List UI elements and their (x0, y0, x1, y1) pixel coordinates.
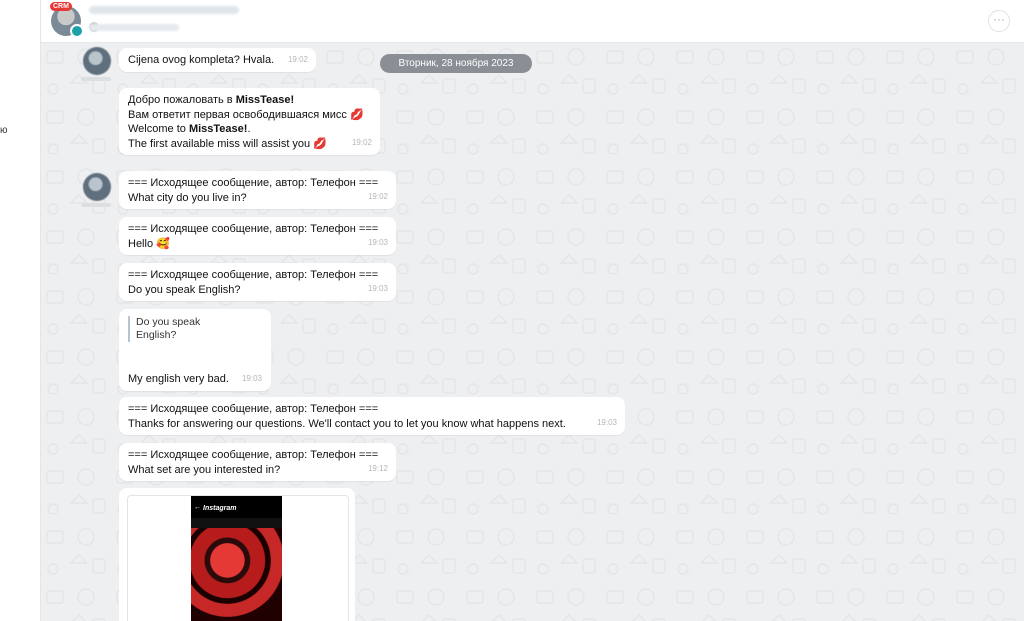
message-bubble[interactable]: === Исходящее сообщение, автор: Телефон … (119, 397, 625, 435)
left-panel: ю (0, 0, 41, 621)
message-time: 19:03 (367, 283, 388, 293)
instagram-title: Instagram (203, 505, 237, 512)
sender-name (81, 77, 111, 81)
status-dot (70, 24, 84, 38)
message-text: === Исходящее сообщение, автор: Телефон … (128, 177, 379, 204)
message-text-bold: MissTease! (235, 94, 295, 106)
message-time: 19:02 (367, 191, 388, 201)
crm-badge: CRM (50, 2, 72, 11)
more-horizontal-icon: ··· (993, 12, 1005, 26)
kiss-emoji-icon: 💋 (313, 137, 327, 150)
message-bubble[interactable]: Do you speak English? My english very ba… (119, 309, 271, 391)
message-bubble[interactable]: Cijena ovog kompleta? Hvala. 19:02 (119, 48, 316, 72)
message-text: Welcome to (128, 123, 189, 135)
message-time: 19:02 (287, 54, 308, 64)
image-attachment[interactable]: ← Instagram (127, 495, 349, 621)
back-arrow-icon: ← (194, 504, 201, 511)
message-text-bold: MissTease! (188, 123, 248, 135)
instagram-bar: ← Instagram (191, 496, 282, 518)
contact-subtitle (89, 24, 179, 31)
message-bubble[interactable]: === Исходящее сообщение, автор: Телефон … (119, 217, 396, 255)
smiling-face-hearts-emoji-icon: 🥰 (156, 237, 170, 250)
reply-quote[interactable]: Do you speak English? (128, 316, 262, 342)
message-time: 19:02 (351, 137, 372, 147)
chat-area[interactable]: Вторник, 28 ноября 2023 Cijena ovog komp… (41, 43, 1024, 621)
message-text: === Исходящее сообщение, автор: Телефон … (128, 269, 379, 296)
chat-header: CRM ··· (41, 0, 1024, 43)
message-bubble[interactable]: === Исходящее сообщение, автор: Телефон … (119, 443, 396, 481)
left-panel-fragment: ю (0, 125, 8, 136)
message-text: === Исходящее сообщение, автор: Телефон … (128, 403, 566, 430)
contact-name (89, 6, 239, 14)
kiss-emoji-icon: 💋 (350, 108, 364, 121)
image-message[interactable]: ← Instagram (119, 488, 355, 621)
sender-name (81, 203, 111, 207)
sender-avatar[interactable] (83, 173, 111, 201)
message-text: === Исходящее сообщение, автор: Телефон … (128, 449, 379, 476)
phone-screenshot: ← Instagram (191, 496, 282, 621)
more-options-button[interactable]: ··· (988, 10, 1010, 32)
reply-quote-text: Do you speak English? (136, 316, 201, 341)
lingerie-photo (191, 528, 282, 621)
message-text: Добро пожаловать в (128, 94, 236, 106)
message-time: 19:03 (241, 373, 262, 383)
contact-avatar[interactable]: CRM (50, 2, 84, 38)
message-text: Вам ответит первая освободившаяся мисс (128, 108, 350, 121)
message-time: 19:03 (367, 237, 388, 247)
date-divider: Вторник, 28 ноября 2023 (380, 54, 532, 73)
message-text: The first available miss will assist you (128, 137, 314, 150)
message-text: . (247, 123, 251, 135)
sender-avatar[interactable] (83, 47, 111, 75)
message-text: My english very bad. (128, 372, 229, 385)
message-time: 19:12 (367, 463, 388, 473)
message-bubble[interactable]: === Исходящее сообщение, автор: Телефон … (119, 263, 396, 301)
message-bubble[interactable]: Добро пожаловать в MissTease! Вам ответи… (119, 88, 380, 155)
message-text: Cijena ovog kompleta? Hvala. (128, 54, 275, 66)
message-time: 19:03 (596, 417, 617, 427)
message-bubble[interactable]: === Исходящее сообщение, автор: Телефон … (119, 171, 396, 209)
